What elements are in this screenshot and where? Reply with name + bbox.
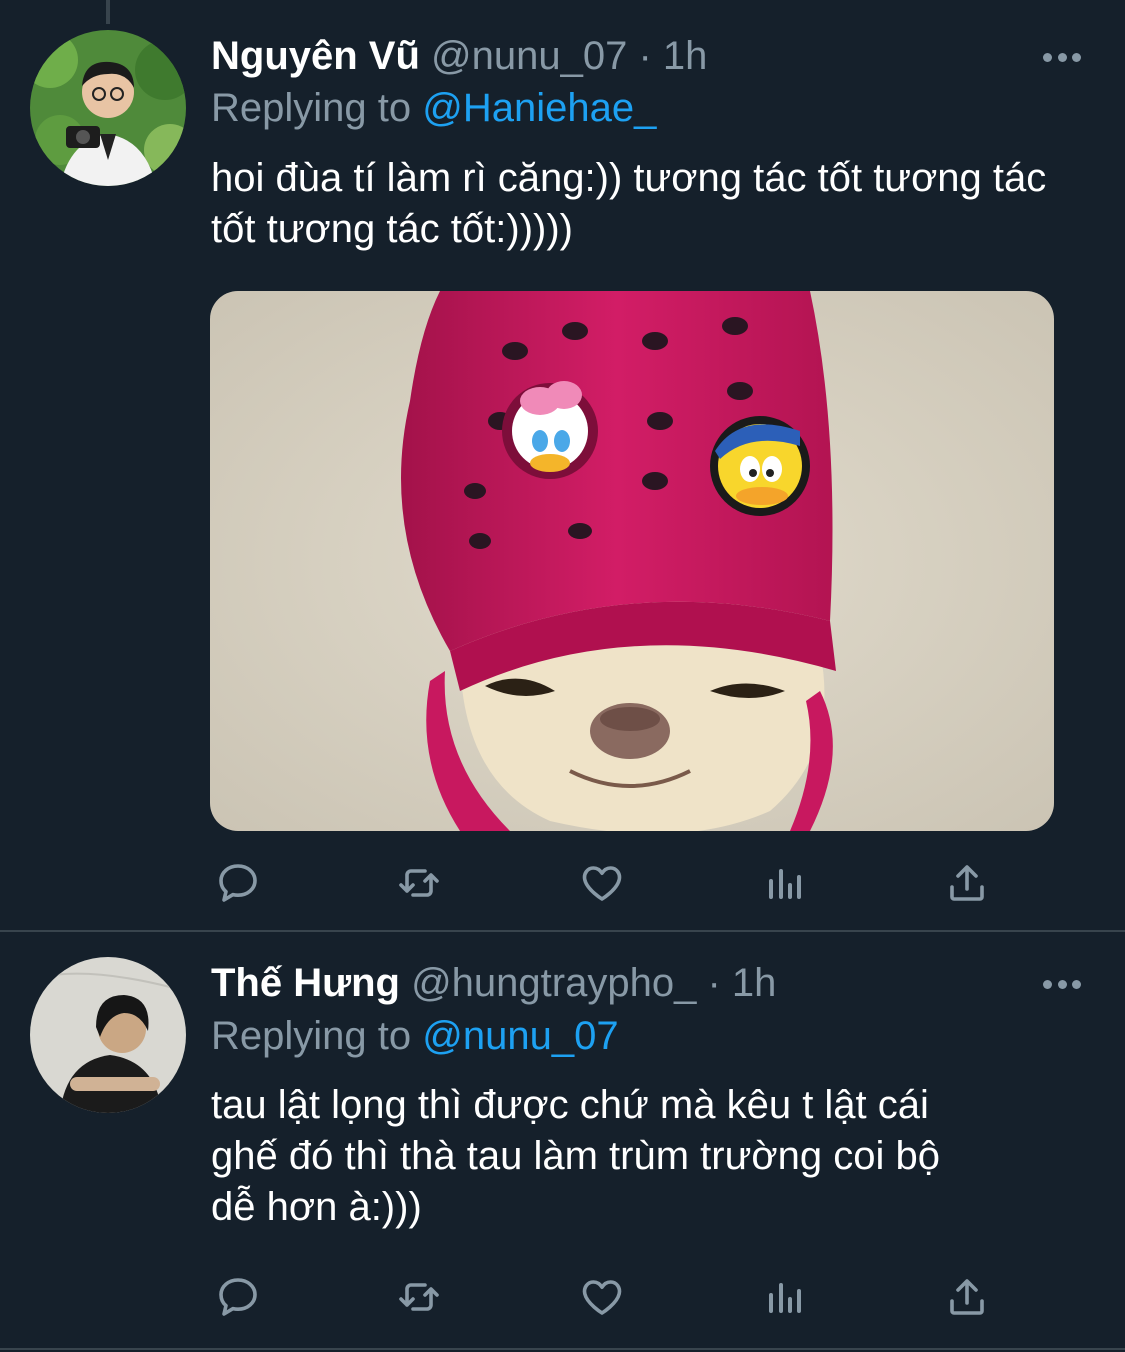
more-horizontal-icon bbox=[1043, 52, 1052, 62]
tweet-text: tau lật lọng thì được chứ mà kêu t lật c… bbox=[211, 1080, 1081, 1233]
heart-icon bbox=[582, 1280, 622, 1315]
retweet-icon bbox=[399, 869, 439, 897]
more-dot bbox=[1057, 52, 1067, 62]
tweet-text-line: dễ hơn à:))) bbox=[211, 1185, 422, 1229]
more-horizontal-icon bbox=[1043, 979, 1052, 989]
retweet-icon bbox=[399, 1283, 439, 1311]
share-button[interactable] bbox=[942, 858, 992, 908]
replying-to-label: Replying to bbox=[211, 1014, 412, 1058]
more-dot bbox=[1057, 979, 1067, 989]
tweet[interactable]: Thế Hưng @hungtraypho_ · 1h Replying to … bbox=[0, 932, 1125, 1350]
more-options-button[interactable] bbox=[1043, 51, 1081, 63]
analytics-button[interactable] bbox=[760, 1272, 810, 1322]
tweet[interactable]: Nguyên Vũ @nunu_07 · 1h Replying to @Han… bbox=[0, 0, 1125, 930]
reply-bubble-icon bbox=[219, 1278, 257, 1316]
reply-button[interactable] bbox=[213, 858, 263, 908]
avatar[interactable] bbox=[30, 30, 186, 186]
replying-to-label: Replying to bbox=[211, 86, 412, 130]
reply-bubble-icon bbox=[219, 864, 257, 902]
analytics-bars-icon bbox=[769, 1283, 801, 1313]
user-handle[interactable]: @hungtraypho_ bbox=[411, 961, 696, 1005]
tweet-text-line: tau lật lọng thì được chứ mà kêu t lật c… bbox=[211, 1083, 929, 1127]
replying-to: Replying to @Haniehae_ bbox=[211, 86, 656, 131]
analytics-button[interactable] bbox=[760, 858, 810, 908]
tweet-header: Thế Hưng @hungtraypho_ · 1h bbox=[211, 961, 776, 1006]
analytics-bars-icon bbox=[769, 869, 801, 899]
tweet-text-line: ghế đó thì thà tau làm trùm trường coi b… bbox=[211, 1134, 940, 1178]
tweet-text: hoi đùa tí làm rì căng:)) tương tác tốt … bbox=[211, 156, 1047, 251]
tweet-actions bbox=[211, 858, 1011, 908]
replying-to-handle-link[interactable]: @Haniehae_ bbox=[422, 86, 656, 130]
tweet-image[interactable] bbox=[210, 291, 1054, 831]
reply-button[interactable] bbox=[213, 1272, 263, 1322]
tweet-divider bbox=[0, 1348, 1125, 1350]
share-upload-icon bbox=[950, 1279, 984, 1315]
more-dot bbox=[1072, 52, 1081, 62]
avatar[interactable] bbox=[30, 957, 186, 1113]
more-dot bbox=[1072, 979, 1081, 989]
retweet-button[interactable] bbox=[394, 1272, 444, 1322]
display-name[interactable]: Thế Hưng bbox=[211, 961, 400, 1005]
replying-to-handle-link[interactable]: @nunu_07 bbox=[422, 1014, 618, 1058]
share-upload-icon bbox=[950, 865, 984, 901]
replying-to: Replying to @nunu_07 bbox=[211, 1014, 619, 1059]
tweet-header: Nguyên Vũ @nunu_07 · 1h bbox=[211, 34, 707, 79]
timestamp[interactable]: · 1h bbox=[707, 961, 776, 1005]
display-name[interactable]: Nguyên Vũ bbox=[211, 34, 420, 78]
more-options-button[interactable] bbox=[1043, 978, 1081, 990]
share-button[interactable] bbox=[942, 1272, 992, 1322]
like-button[interactable] bbox=[577, 1272, 627, 1322]
retweet-button[interactable] bbox=[394, 858, 444, 908]
tweet-actions bbox=[211, 1272, 1011, 1322]
heart-icon bbox=[582, 866, 622, 901]
user-handle[interactable]: @nunu_07 bbox=[431, 34, 627, 78]
like-button[interactable] bbox=[577, 858, 627, 908]
timestamp[interactable]: · 1h bbox=[638, 34, 707, 78]
